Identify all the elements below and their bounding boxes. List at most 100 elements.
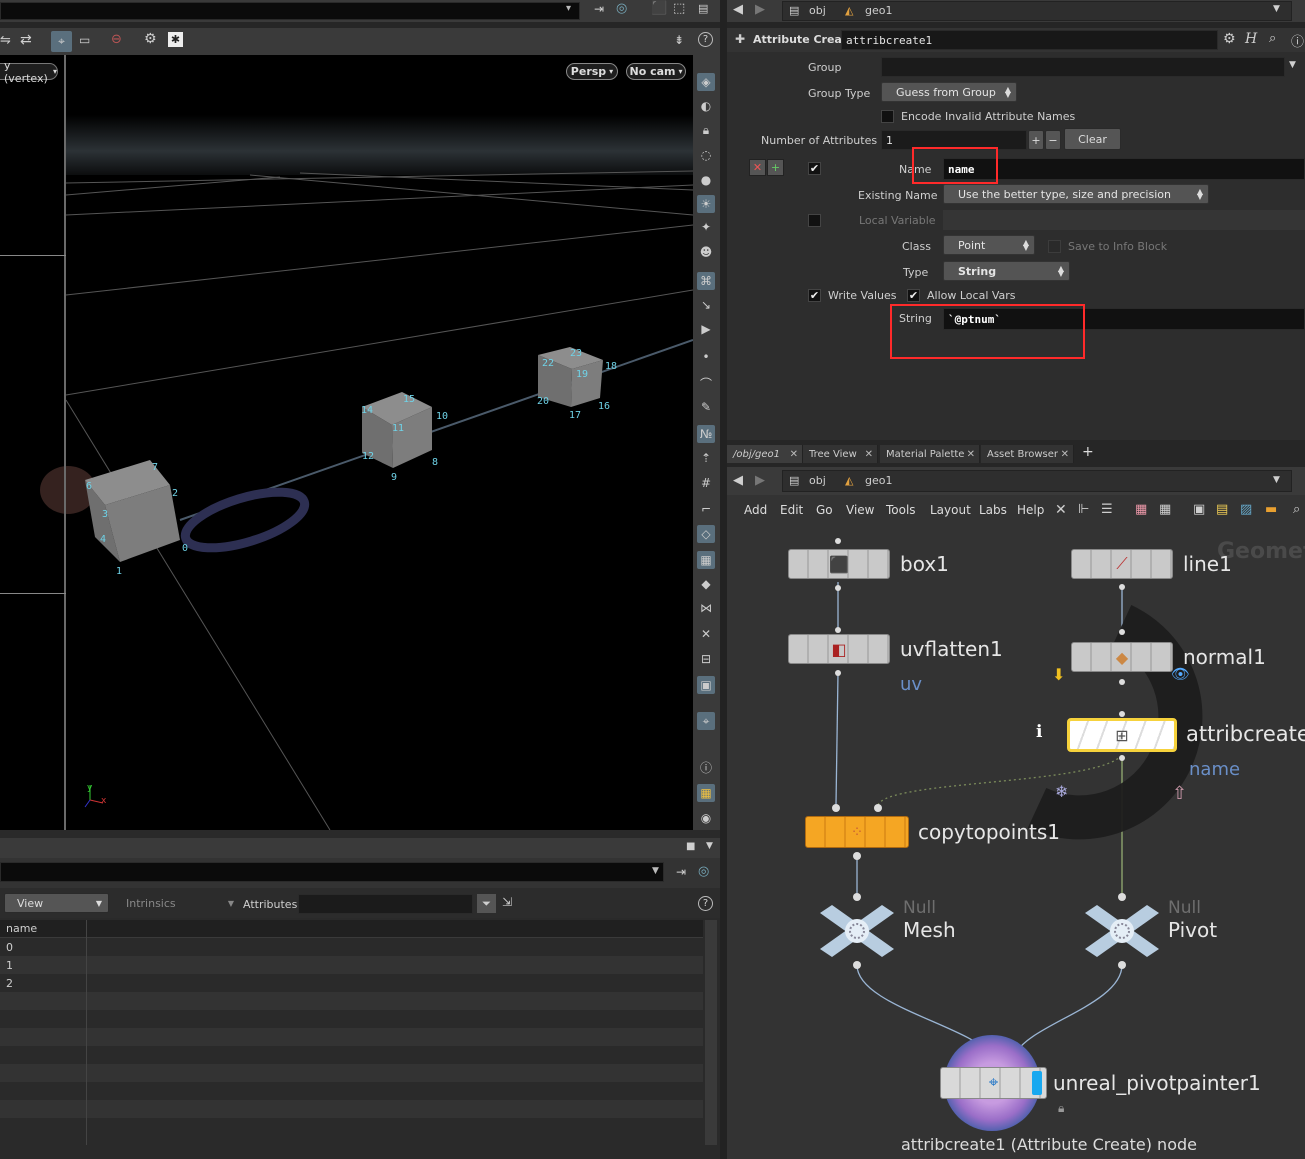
freeze-icon[interactable]: ❄ [1055, 782, 1068, 801]
node-attribcreate1[interactable]: ⊞ [1067, 718, 1177, 752]
display-icon[interactable]: ▭ [79, 33, 90, 47]
sticky-note-icon[interactable]: ▤ [1216, 502, 1228, 517]
info-icon[interactable]: ⓘ [697, 758, 715, 776]
menu-layout[interactable]: Layout [930, 503, 971, 517]
viewport[interactable]: y x y (vertex) ▾ Persp ▾ No cam ▾ 0 1 2 3 4… [0, 55, 693, 830]
column-header-name[interactable]: name [6, 922, 37, 935]
network-path-field[interactable]: ▤ obj ◭ geo1 [782, 470, 1292, 492]
local-variable-checkbox[interactable] [808, 214, 821, 227]
wireframe-icon[interactable]: ◈ [697, 73, 715, 91]
allow-local-vars-checkbox[interactable]: ✔ [907, 289, 920, 302]
attributes-filter-input[interactable] [298, 894, 473, 914]
insert-instance-icon[interactable]: + [767, 159, 784, 176]
menu-add[interactable]: Add [744, 503, 767, 517]
node-info-icon[interactable]: ℹ [1036, 722, 1042, 742]
view-menu-icon[interactable]: ▤ [698, 2, 708, 15]
help-icon[interactable]: ? [698, 896, 713, 911]
edge-icon[interactable]: ⌐ [697, 500, 715, 518]
display-flag[interactable] [1032, 1071, 1042, 1095]
selection-mode-dropdown[interactable]: y (vertex) ▾ [0, 59, 58, 85]
network-canvas[interactable]: Geomet ⬇ 👁︎ ℹ ❄ ⇧ ⬛ box1 ⟋ line1 ◧ uvfla… [727, 525, 1305, 1159]
sphere-icon[interactable]: ● [697, 171, 715, 189]
prim-numbers-icon[interactable]: # [697, 474, 715, 492]
view-dropdown[interactable]: View ▼ [4, 893, 109, 913]
menu-edit[interactable]: Edit [780, 503, 803, 517]
skull-icon[interactable]: ☻ [697, 243, 715, 261]
tab-asset-browser[interactable]: Asset Browser ✕ [981, 445, 1074, 463]
video-icon[interactable]: ▶ [697, 320, 715, 338]
table-row[interactable]: 2 [0, 974, 703, 992]
pin-icon[interactable]: ⇥ [676, 865, 686, 879]
diamond-icon[interactable]: ◆ [697, 575, 715, 593]
local-variable-field[interactable] [943, 210, 1305, 230]
maximize-icon[interactable]: ■ [686, 841, 695, 852]
light-icon[interactable]: ☀ [697, 195, 715, 213]
remove-multiparm-button[interactable]: − [1045, 130, 1061, 150]
gear-icon[interactable]: ⚙ [1223, 31, 1236, 47]
path-child[interactable]: geo1 [865, 4, 892, 17]
snap-icon[interactable]: ⌖ [51, 31, 72, 52]
save-info-checkbox[interactable] [1048, 240, 1061, 253]
grid-icon[interactable]: ▦ [1159, 502, 1171, 517]
help-icon[interactable]: ? [698, 32, 713, 47]
node-name-field[interactable]: attribcreate1 [841, 30, 1218, 50]
stop-icon[interactable]: ⊖ [111, 32, 122, 47]
view-options-icon[interactable]: ⇟ [674, 33, 684, 47]
param-path-field[interactable]: ▤ obj ◭ geo1 [782, 1, 1292, 21]
pen-icon[interactable]: ✎ [697, 398, 715, 416]
background-icon[interactable]: ▣ [697, 676, 715, 694]
lock-icon[interactable]: 🔒︎ [697, 121, 715, 139]
bypass-arrow-icon[interactable]: ⬇ [1052, 665, 1065, 684]
menu-tools[interactable]: Tools [886, 503, 916, 517]
axis-icon[interactable]: ✕ [697, 625, 715, 643]
type-dropdown[interactable]: String ▲ ▼ [943, 261, 1070, 281]
tab-obj-geo1[interactable]: /obj/geo1 ✕ [727, 445, 803, 463]
group-field[interactable] [881, 57, 1285, 77]
camera-menu[interactable]: No cam ▾ [626, 63, 686, 80]
persp-menu[interactable]: Persp ▾ [566, 63, 618, 80]
filter-icon[interactable]: ⏷ [477, 894, 496, 913]
clear-button[interactable]: Clear [1064, 128, 1121, 150]
group-dropdown-icon[interactable]: ▼ [1289, 60, 1296, 70]
list-icon[interactable]: ☰ [1101, 502, 1113, 517]
window-icon[interactable]: ▣ [1193, 502, 1205, 517]
point-numbers-icon[interactable]: № [697, 425, 715, 443]
pane-splitter[interactable] [720, 0, 727, 1159]
marker-icon[interactable]: ⌖ [697, 712, 715, 730]
add-multiparm-button[interactable]: + [1028, 130, 1044, 150]
menu-view[interactable]: View [846, 503, 874, 517]
stop-sign-icon[interactable]: ⊟ [697, 650, 715, 668]
path-dropdown-icon[interactable]: ▼ [652, 866, 659, 876]
grid-color-icon[interactable]: ▦ [1135, 502, 1147, 517]
layout-icon[interactable]: ▦ [697, 784, 715, 802]
tab-material-palette[interactable]: Material Palette ✕ [880, 445, 980, 463]
freeze-icon[interactable]: ✱ [168, 32, 183, 47]
tree-icon[interactable]: ⊩ [1078, 502, 1089, 517]
path-root[interactable]: obj [809, 474, 826, 487]
checker-icon[interactable]: ▦ [697, 551, 715, 569]
info-icon[interactable]: ⓘ [1291, 31, 1304, 50]
forward-icon[interactable]: ▶ [755, 2, 765, 17]
path-root[interactable]: obj [809, 4, 826, 17]
close-tab-icon[interactable]: ✕ [790, 449, 798, 460]
image-icon[interactable]: ▨ [1240, 502, 1252, 517]
pin-icon[interactable]: ⇥ [594, 2, 604, 16]
cameras-icon[interactable]: ⬚ [673, 1, 685, 16]
scene-path-dropdown-icon[interactable]: ▾ [566, 3, 571, 14]
curve-icon[interactable]: ⌒ [697, 374, 715, 392]
point-icon[interactable]: • [697, 348, 715, 366]
write-values-checkbox[interactable]: ✔ [808, 289, 821, 302]
remove-instance-icon[interactable]: ✕ [749, 159, 766, 176]
pane-menu-icon[interactable]: ▼ [706, 841, 713, 851]
search-icon[interactable]: ⌕ [1293, 502, 1300, 517]
camera-icon[interactable]: ⌘ [697, 272, 715, 290]
encode-invalid-checkbox[interactable] [881, 110, 894, 123]
node-pivot[interactable] [1085, 905, 1159, 957]
template-flag-icon[interactable]: ⇧ [1172, 783, 1187, 804]
transform-icon[interactable]: ⇄ [20, 32, 32, 48]
close-tab-icon[interactable]: ✕ [865, 449, 873, 460]
group-type-dropdown[interactable]: Guess from Group ▲ ▼ [881, 82, 1017, 102]
table-scrollbar[interactable] [705, 920, 717, 1145]
enable-instance-checkbox[interactable]: ✔ [808, 162, 821, 175]
class-dropdown[interactable]: Point ▲ ▼ [943, 235, 1035, 255]
